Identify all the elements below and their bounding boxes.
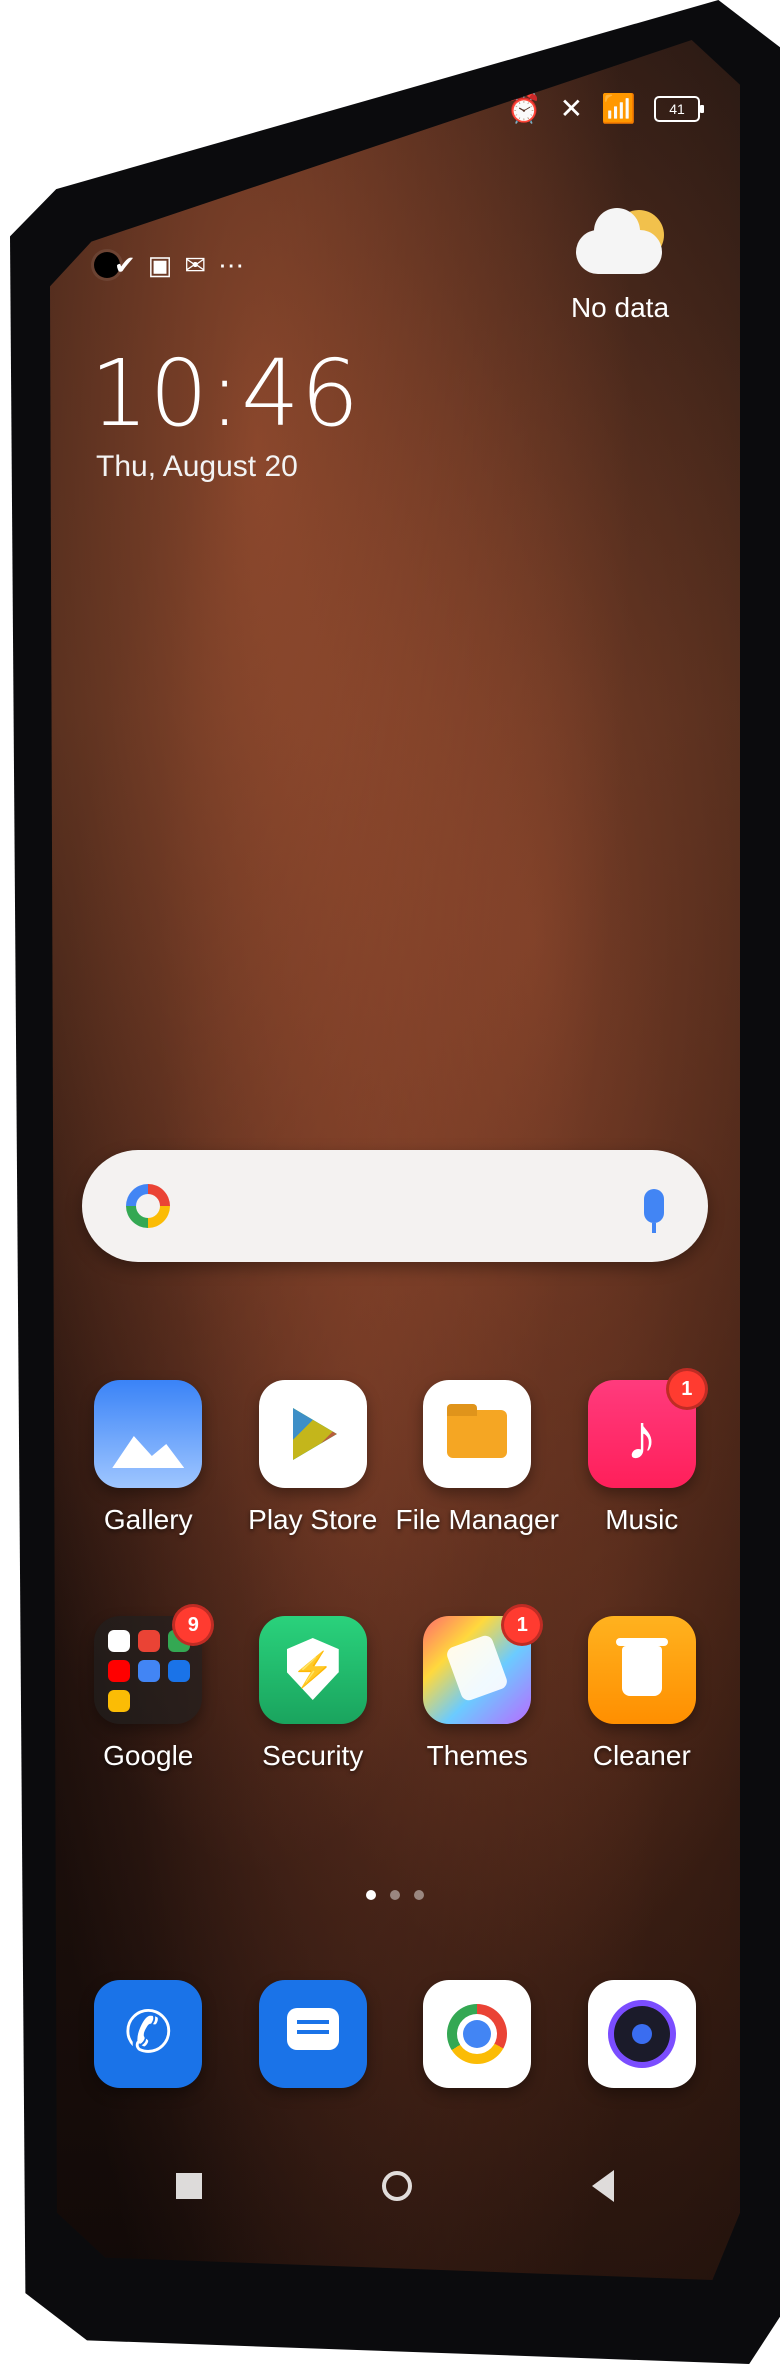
- phone-device: ⏰ ✕ 📶 41 ✔ ▣ ✉ ⋯ 10:46 Thu, August 20 No…: [10, 0, 780, 2364]
- app-gallery[interactable]: Gallery: [66, 1380, 231, 1536]
- google-search-bar[interactable]: [82, 1150, 708, 1262]
- app-label: Music: [605, 1504, 679, 1535]
- play-store-icon[interactable]: [258, 1380, 367, 1488]
- phone-icon[interactable]: [94, 1980, 203, 2088]
- app-label: Security: [262, 1740, 364, 1771]
- notification-badge: 9: [172, 1604, 215, 1646]
- weather-text: No data: [570, 292, 670, 323]
- wifi-icon: 📶: [601, 93, 636, 124]
- app-file-manager[interactable]: File Manager: [395, 1380, 560, 1536]
- chrome-icon[interactable]: [423, 1980, 532, 2088]
- app-label: Cleaner: [592, 1740, 691, 1771]
- messages-icon[interactable]: [258, 1980, 367, 2088]
- mail-icon: ✉: [184, 250, 207, 280]
- app-label: File Manager: [395, 1504, 559, 1535]
- notification-badge: 1: [501, 1604, 544, 1646]
- cloud-icon: [576, 208, 662, 274]
- app-cleaner[interactable]: Cleaner: [560, 1616, 725, 1772]
- file-manager-icon[interactable]: [423, 1380, 532, 1488]
- app-google-folder[interactable]: 9 Google: [66, 1604, 231, 1772]
- music-icon[interactable]: 1: [587, 1368, 708, 1488]
- mic-icon[interactable]: [644, 1189, 664, 1233]
- notification-badge: 1: [665, 1368, 708, 1410]
- page-dot: [414, 1890, 424, 1900]
- check-icon: ✔: [114, 250, 136, 280]
- app-grid: Gallery Play Store File Manager 1 Music: [50, 1368, 740, 1772]
- camera-icon[interactable]: [587, 1980, 696, 2088]
- alarm-icon: ⏰: [506, 93, 542, 124]
- weather-icon: [570, 208, 670, 280]
- google-icon: [126, 1184, 170, 1228]
- weather-widget[interactable]: No data: [540, 208, 700, 324]
- gallery-icon[interactable]: [94, 1380, 203, 1488]
- dock: [50, 1980, 740, 2088]
- google-mini-icon: [108, 1630, 131, 1652]
- app-label: Themes: [426, 1740, 528, 1771]
- notification-icon: ▣: [147, 250, 173, 280]
- more-icon: ⋯: [218, 250, 245, 280]
- home-icon[interactable]: [382, 2171, 412, 2201]
- home-screen: ⏰ ✕ 📶 41 ✔ ▣ ✉ ⋯ 10:46 Thu, August 20 No…: [50, 40, 740, 2280]
- app-music[interactable]: 1 Music: [560, 1368, 725, 1536]
- clock-date: Thu, August 20: [96, 450, 298, 483]
- google-folder-icon[interactable]: 9: [94, 1604, 215, 1724]
- navigation-bar: [50, 2170, 740, 2202]
- themes-icon[interactable]: 1: [423, 1604, 544, 1724]
- app-label: Gallery: [103, 1504, 193, 1535]
- app-label: Play Store: [248, 1504, 378, 1535]
- drive-mini-icon: [138, 1660, 161, 1682]
- status-bar-right: ⏰ ✕ 📶 41: [506, 92, 704, 125]
- cleaner-icon[interactable]: [587, 1616, 696, 1724]
- clock-time: 10:46: [90, 340, 361, 447]
- status-bar-left: ✔ ▣ ✉ ⋯: [114, 250, 244, 281]
- sim-icon: ✕: [559, 93, 584, 124]
- app-security[interactable]: Security: [231, 1616, 396, 1772]
- page-dot-active: [366, 1890, 376, 1900]
- youtube-mini-icon: [108, 1660, 131, 1682]
- recents-icon[interactable]: [176, 2173, 202, 2199]
- back-icon[interactable]: [592, 2170, 614, 2202]
- page-indicator: [50, 1890, 740, 1900]
- app-themes[interactable]: 1 Themes: [395, 1604, 560, 1772]
- photos-mini-icon: [108, 1690, 131, 1712]
- battery-level: 41: [669, 100, 685, 117]
- app-play-store[interactable]: Play Store: [231, 1380, 396, 1536]
- gmail-mini-icon: [138, 1630, 161, 1652]
- security-icon[interactable]: [258, 1616, 367, 1724]
- meet-mini-icon: [168, 1660, 191, 1682]
- battery-icon: 41: [654, 95, 704, 122]
- app-label: Google: [103, 1740, 194, 1771]
- page-dot: [390, 1890, 400, 1900]
